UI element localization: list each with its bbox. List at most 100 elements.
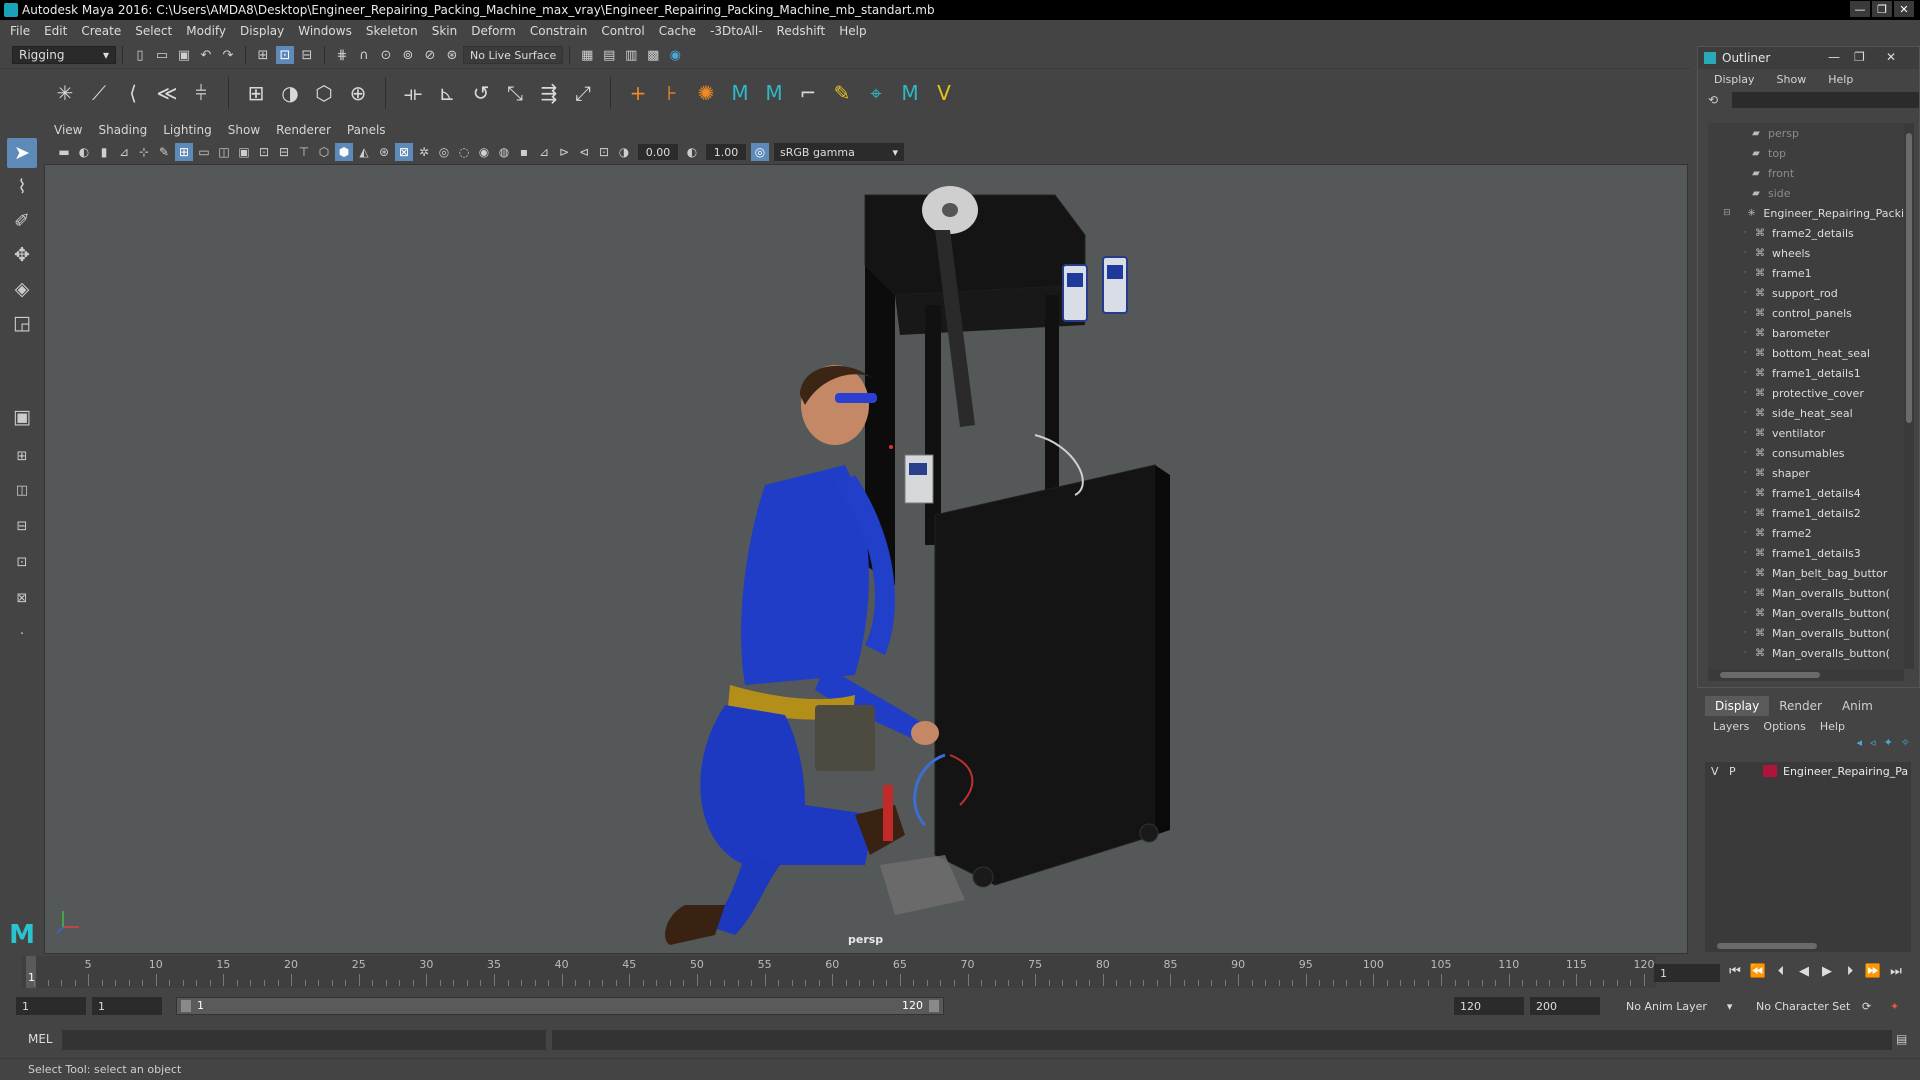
menu-redshift[interactable]: Redshift <box>777 24 826 38</box>
live-surface-field[interactable]: No Live Surface <box>463 46 564 64</box>
select-component-icon[interactable]: ⊟ <box>298 46 316 64</box>
snap-curve-icon[interactable]: ∩ <box>355 46 373 64</box>
menu-deform[interactable]: Deform <box>471 24 516 38</box>
move-layer-up-icon[interactable]: ◂ <box>1857 736 1863 756</box>
go-to-end-icon[interactable]: ⏭ <box>1887 962 1905 980</box>
outliner-item[interactable]: · ⌘ frame1_details2 <box>1708 503 1904 523</box>
aim-constraint-icon[interactable]: ⇶ <box>534 78 564 108</box>
step-forward-frame-icon[interactable]: ⏵ <box>1841 962 1859 980</box>
step-back-key-icon[interactable]: ⏪ <box>1749 962 1767 980</box>
snap-surface-icon[interactable]: ⊘ <box>421 46 439 64</box>
xray-components-icon[interactable]: ⊲ <box>575 143 593 161</box>
menu-skin[interactable]: Skin <box>432 24 458 38</box>
exposure-icon[interactable]: ◑ <box>615 143 633 161</box>
script-editor-icon[interactable]: ▤ <box>1896 1032 1912 1048</box>
step-back-frame-icon[interactable]: ⏴ <box>1772 962 1790 980</box>
menu-cache[interactable]: Cache <box>659 24 696 38</box>
menu-set-dropdown[interactable]: Rigging ▾ <box>12 46 116 64</box>
close-icon[interactable]: ✕ <box>1894 1 1914 17</box>
grid-toggle-icon[interactable]: ⊞ <box>175 143 193 161</box>
lasso-tool-icon[interactable]: ⌇ <box>7 172 37 202</box>
undo-icon[interactable]: ↶ <box>197 46 215 64</box>
save-scene-icon[interactable]: ▣ <box>175 46 193 64</box>
ik-handle-icon[interactable]: ⟋ <box>84 78 114 108</box>
outliner-item[interactable]: · ⌘ ventilator <box>1708 423 1904 443</box>
go-to-start-icon[interactable]: ⏮ <box>1726 962 1744 980</box>
camera-select-icon[interactable]: ▬ <box>55 143 73 161</box>
outliner-item-camera[interactable]: ▰ side <box>1708 183 1904 203</box>
engineer-character-model[interactable] <box>665 365 939 945</box>
new-layer-selected-icon[interactable]: ✧ <box>1901 736 1910 756</box>
film-gate-icon[interactable]: ▭ <box>195 143 213 161</box>
outliner-item[interactable]: · ⌘ protective_cover <box>1708 383 1904 403</box>
outliner-item[interactable]: · ⌘ control_panels <box>1708 303 1904 323</box>
layer-menu-options[interactable]: Options <box>1763 720 1805 733</box>
menu-windows[interactable]: Windows <box>298 24 352 38</box>
textured-icon[interactable]: ⊛ <box>375 143 393 161</box>
outliner-tree[interactable]: ▰ persp ▰ top ▰ front ▰ side ⊟ ✳ Engineer_Repa… <box>1708 123 1904 669</box>
menu-control[interactable]: Control <box>601 24 644 38</box>
outliner-item[interactable]: · ⌘ frame2_details <box>1708 223 1904 243</box>
wireframe-icon[interactable]: ⬡ <box>315 143 333 161</box>
multisample-icon[interactable]: ◉ <box>475 143 493 161</box>
outliner-menu-show[interactable]: Show <box>1777 73 1807 86</box>
select-object-icon[interactable]: ⊡ <box>276 46 294 64</box>
step-forward-key-icon[interactable]: ⏩ <box>1864 962 1882 980</box>
time-slider[interactable]: 1 5 10 15 20 25 30 35 40 45 50 55 60 65 70 75 80 85 90 95 1… <box>22 956 1656 988</box>
menu-create[interactable]: Create <box>81 24 121 38</box>
playback-start-field[interactable]: 1 <box>92 997 162 1015</box>
view-transform-dropdown[interactable]: sRGB gamma ▾ <box>774 143 904 161</box>
render-view-icon[interactable]: ▩ <box>644 46 662 64</box>
mash-repro-icon[interactable]: M <box>895 78 925 108</box>
minimize-icon[interactable]: — <box>1828 50 1840 64</box>
maximize-icon[interactable]: ❐ <box>1854 50 1865 64</box>
exposure-field[interactable]: 0.00 <box>638 144 678 160</box>
brush-icon[interactable]: ⌖ <box>861 78 891 108</box>
bookmark-icon[interactable]: ▮ <box>95 143 113 161</box>
camera-attr-icon[interactable]: ◐ <box>75 143 93 161</box>
point-constraint-icon[interactable]: ⊾ <box>432 78 462 108</box>
outliner-item[interactable]: · ⌘ shaper <box>1708 463 1904 483</box>
animation-end-field[interactable]: 200 <box>1530 997 1600 1015</box>
viewport-menu-show[interactable]: Show <box>228 123 260 137</box>
hik-icon[interactable]: ✺ <box>691 78 721 108</box>
xray-icon[interactable]: ⊿ <box>535 143 553 161</box>
outliner-vertical-scrollbar[interactable] <box>1904 123 1914 669</box>
outliner-menu-help[interactable]: Help <box>1828 73 1853 86</box>
scale-tool-icon[interactable]: ◲ <box>7 308 37 338</box>
gamma-icon[interactable]: ◐ <box>683 143 701 161</box>
move-tool-icon[interactable]: ✥ <box>7 240 37 270</box>
mel-command-input[interactable] <box>62 1030 546 1050</box>
paint-weights-icon[interactable]: ◑ <box>275 78 305 108</box>
select-tool-icon[interactable]: ➤ <box>7 138 37 168</box>
current-frame-field[interactable]: 1 <box>1654 964 1720 982</box>
move-layer-down-icon[interactable]: ◃ <box>1870 736 1876 756</box>
grease-pencil-icon[interactable]: ✎ <box>155 143 173 161</box>
layer-horizontal-scrollbar[interactable] <box>1705 940 1911 952</box>
parent-constraint-icon[interactable]: ⟛ <box>398 78 428 108</box>
menu-edit[interactable]: Edit <box>44 24 67 38</box>
menu-select[interactable]: Select <box>135 24 172 38</box>
bind-skin-icon[interactable]: ⊞ <box>241 78 271 108</box>
redo-icon[interactable]: ↷ <box>219 46 237 64</box>
graph-layout-icon[interactable]: ⊡ <box>7 548 37 576</box>
viewport-menu-renderer[interactable]: Renderer <box>276 123 331 137</box>
auto-key-icon[interactable]: ⟳ <box>1862 997 1886 1015</box>
tab-render[interactable]: Render <box>1769 696 1832 716</box>
menu-file[interactable]: File <box>10 24 30 38</box>
range-start-handle[interactable] <box>181 1000 191 1012</box>
tab-display[interactable]: Display <box>1705 696 1770 716</box>
menu-display[interactable]: Display <box>240 24 284 38</box>
character-set-dropdown[interactable]: No Character Set <box>1750 997 1860 1015</box>
mash-network-icon[interactable]: M <box>759 78 789 108</box>
tab-anim[interactable]: Anim <box>1832 696 1883 716</box>
rotate-tool-icon[interactable]: ◈ <box>7 274 37 304</box>
layer-menu-help[interactable]: Help <box>1820 720 1845 733</box>
outliner-item[interactable]: · ⌘ frame1_details3 <box>1708 543 1904 563</box>
outliner-item-camera[interactable]: ▰ top <box>1708 143 1904 163</box>
outliner-item[interactable]: · ⌘ frame2 <box>1708 523 1904 543</box>
play-forward-icon[interactable]: ▶ <box>1818 962 1836 980</box>
viewport-persp[interactable]: persp <box>44 164 1688 954</box>
wireframe-on-shaded-icon[interactable]: ◭ <box>355 143 373 161</box>
lattice-icon[interactable]: ⬡ <box>309 78 339 108</box>
